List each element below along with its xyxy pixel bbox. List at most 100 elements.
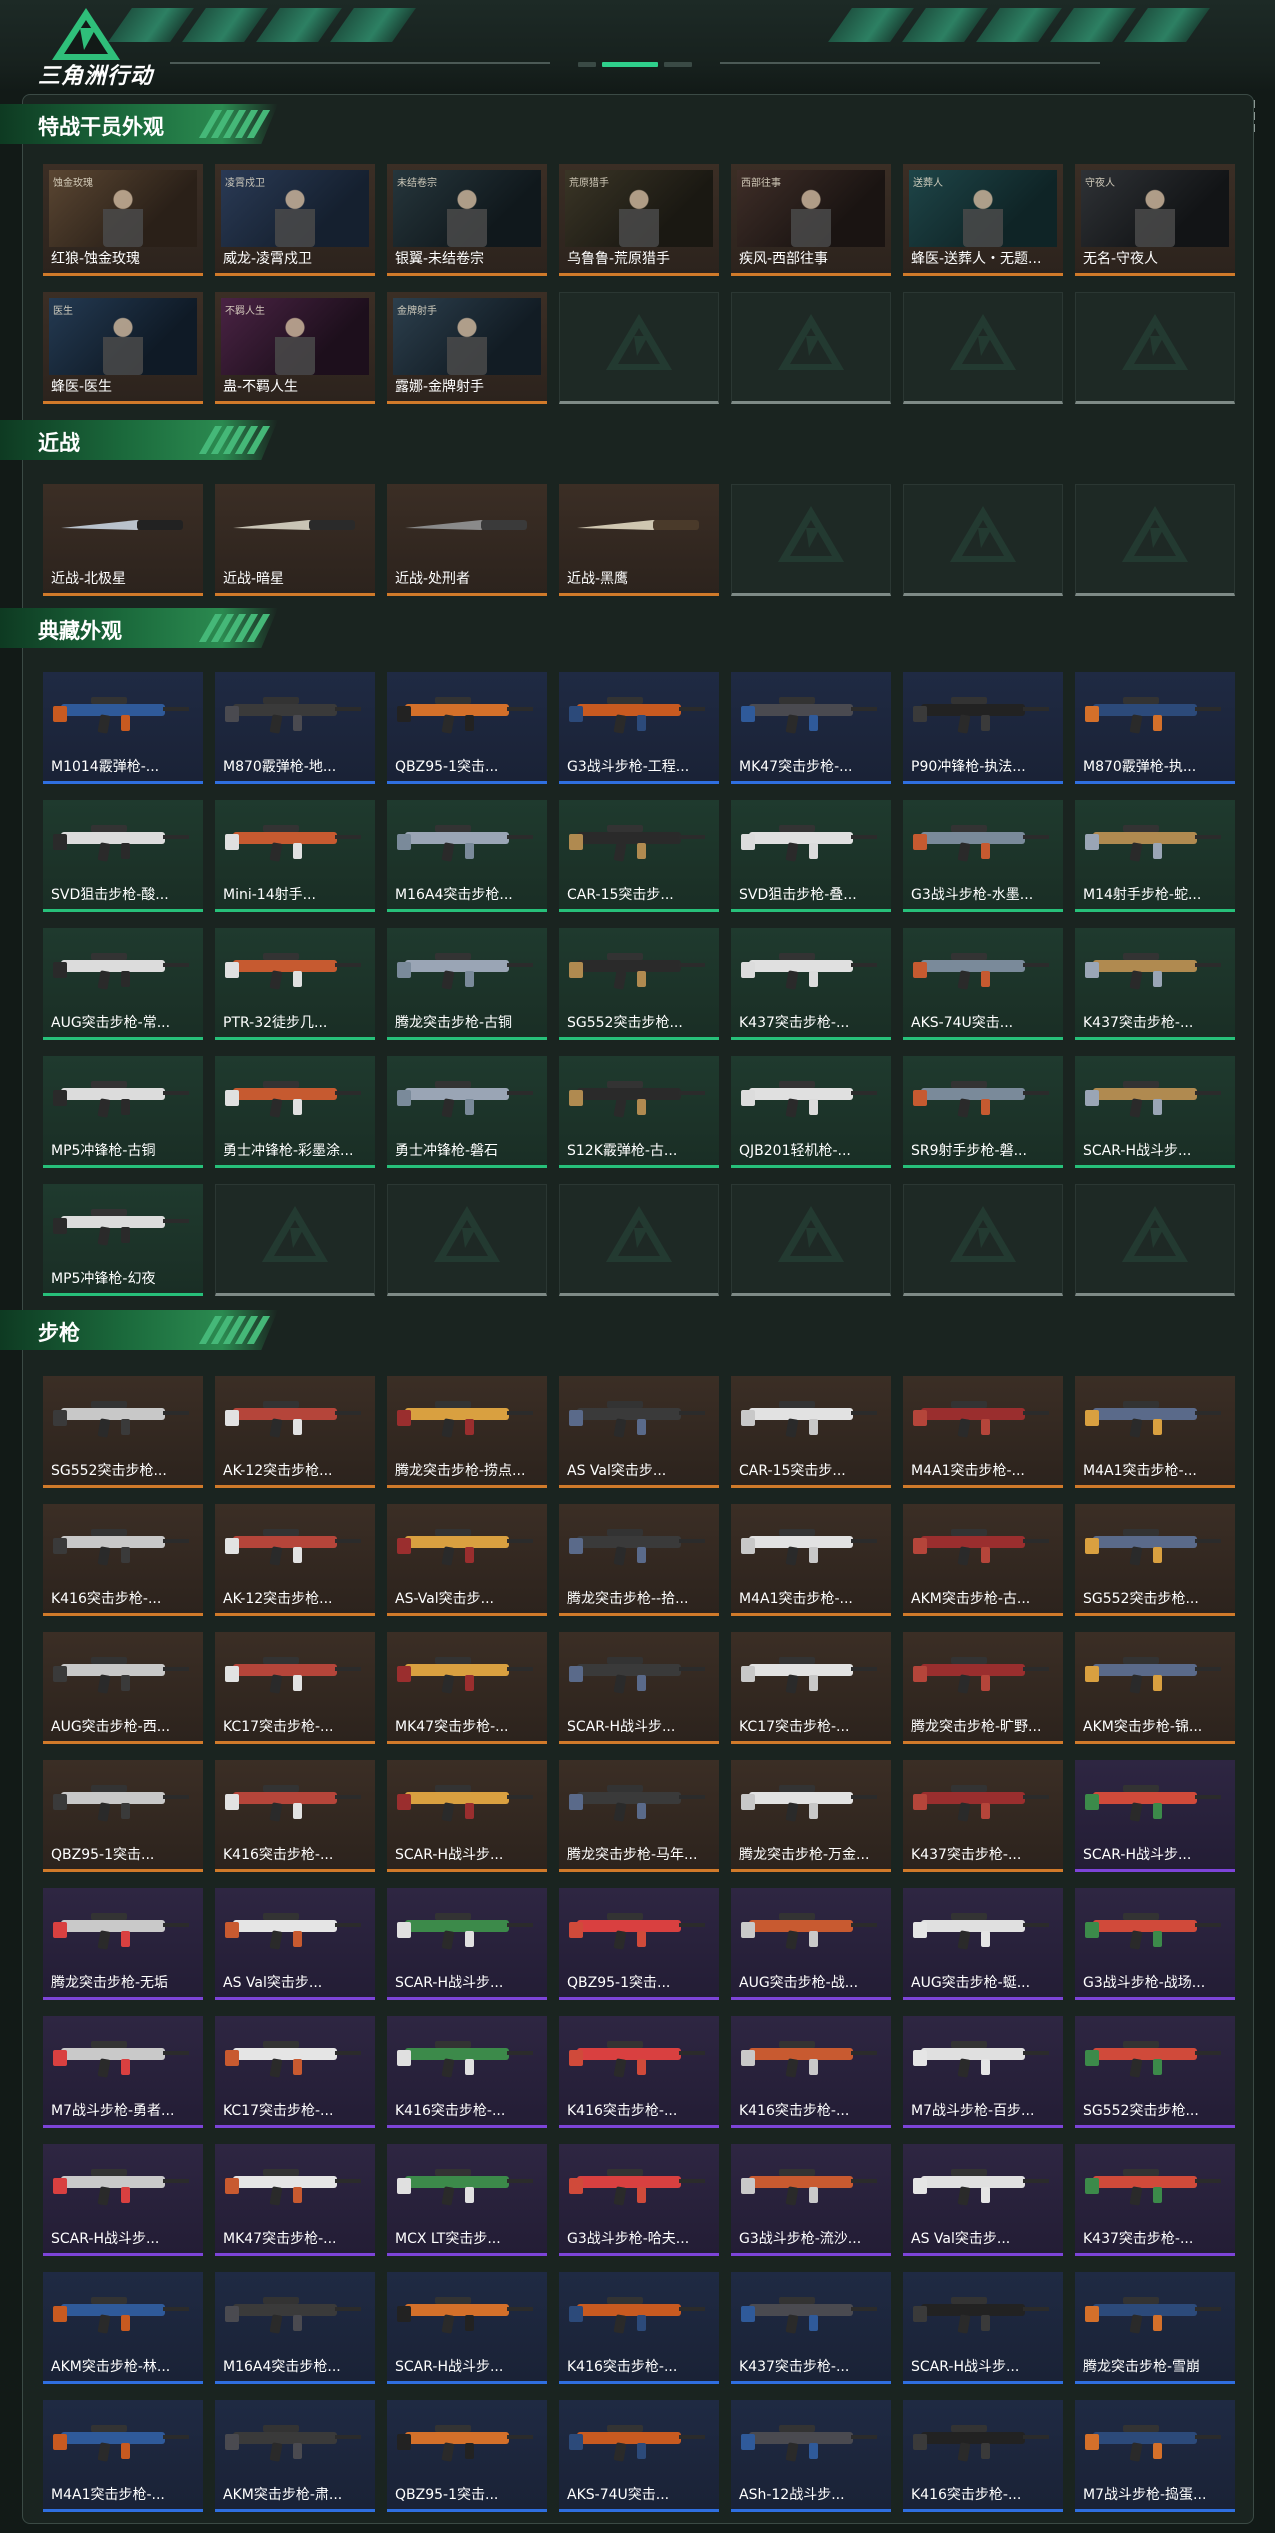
weapon-skin-card[interactable]: M870霰弹枪-执... bbox=[1075, 672, 1235, 784]
weapon-skin-card[interactable]: M870霰弹枪-地... bbox=[215, 672, 375, 784]
weapon-skin-card[interactable]: QBZ95-1突击... bbox=[559, 1888, 719, 2000]
weapon-skin-card[interactable]: M4A1突击步枪-... bbox=[903, 1376, 1063, 1488]
operator-skin-card[interactable]: 凌霄戍卫 威龙-凌霄戍卫 bbox=[215, 164, 375, 276]
weapon-skin-card[interactable]: AKM突击步枪-林... bbox=[43, 2272, 203, 2384]
operator-skin-card[interactable]: 守夜人 无名-守夜人 bbox=[1075, 164, 1235, 276]
weapon-skin-card[interactable]: AS-Val突击步... bbox=[387, 1504, 547, 1616]
weapon-skin-card[interactable]: K416突击步枪-... bbox=[215, 1760, 375, 1872]
operator-skin-card[interactable]: 不羁人生 蛊-不羁人生 bbox=[215, 292, 375, 404]
weapon-skin-card[interactable]: SVD狙击步枪-酸... bbox=[43, 800, 203, 912]
weapon-skin-card[interactable]: M4A1突击步枪-... bbox=[1075, 1376, 1235, 1488]
weapon-skin-card[interactable]: AUG突击步枪-常... bbox=[43, 928, 203, 1040]
weapon-skin-card[interactable]: K416突击步枪-... bbox=[559, 2272, 719, 2384]
weapon-skin-card[interactable]: SR9射手步枪-磐... bbox=[903, 1056, 1063, 1168]
weapon-skin-card[interactable]: M7战斗步枪-勇者... bbox=[43, 2016, 203, 2128]
weapon-skin-card[interactable]: M4A1突击步枪-... bbox=[43, 2400, 203, 2512]
weapon-skin-card[interactable]: M16A4突击步枪... bbox=[387, 800, 547, 912]
weapon-skin-card[interactable]: SG552突击步枪... bbox=[1075, 2016, 1235, 2128]
weapon-skin-card[interactable]: K437突击步枪-... bbox=[903, 1760, 1063, 1872]
weapon-skin-card[interactable]: AUG突击步枪-蜓... bbox=[903, 1888, 1063, 2000]
weapon-skin-card[interactable]: K437突击步枪-... bbox=[731, 928, 891, 1040]
operator-skin-card[interactable]: 金牌射手 露娜-金牌射手 bbox=[387, 292, 547, 404]
weapon-skin-card[interactable]: M7战斗步枪-捣蛋... bbox=[1075, 2400, 1235, 2512]
weapon-skin-card[interactable]: 腾龙突击步枪-万金... bbox=[731, 1760, 891, 1872]
weapon-skin-card[interactable]: 腾龙突击步枪--拾... bbox=[559, 1504, 719, 1616]
weapon-skin-card[interactable]: G3战斗步枪-战场... bbox=[1075, 1888, 1235, 2000]
weapon-skin-card[interactable]: AKS-74U突击... bbox=[903, 928, 1063, 1040]
weapon-skin-card[interactable]: 腾龙突击步枪-雪崩 bbox=[1075, 2272, 1235, 2384]
weapon-skin-card[interactable]: SCAR-H战斗步... bbox=[387, 1760, 547, 1872]
weapon-skin-card[interactable]: SCAR-H战斗步... bbox=[387, 1888, 547, 2000]
weapon-skin-card[interactable]: M1014霰弹枪-... bbox=[43, 672, 203, 784]
weapon-skin-card[interactable]: K437突击步枪-... bbox=[1075, 2144, 1235, 2256]
weapon-skin-card[interactable]: AK-12突击步枪... bbox=[215, 1504, 375, 1616]
weapon-skin-card[interactable]: K416突击步枪-... bbox=[387, 2016, 547, 2128]
weapon-skin-card[interactable]: M7战斗步枪-百步... bbox=[903, 2016, 1063, 2128]
weapon-skin-card[interactable]: SG552突击步枪... bbox=[1075, 1504, 1235, 1616]
weapon-skin-card[interactable]: AUG突击步枪-西... bbox=[43, 1632, 203, 1744]
weapon-skin-card[interactable]: MK47突击步枪-... bbox=[387, 1632, 547, 1744]
weapon-skin-card[interactable]: M4A1突击步枪-... bbox=[731, 1504, 891, 1616]
weapon-skin-card[interactable]: KC17突击步枪-... bbox=[215, 2016, 375, 2128]
weapon-skin-card[interactable]: KC17突击步枪-... bbox=[215, 1632, 375, 1744]
weapon-skin-card[interactable]: SCAR-H战斗步... bbox=[1075, 1760, 1235, 1872]
weapon-skin-card[interactable]: MK47突击步枪-... bbox=[215, 2144, 375, 2256]
weapon-skin-card[interactable]: SVD狙击步枪-叠... bbox=[731, 800, 891, 912]
weapon-skin-card[interactable]: P90冲锋枪-执法... bbox=[903, 672, 1063, 784]
weapon-skin-card[interactable]: SCAR-H战斗步... bbox=[1075, 1056, 1235, 1168]
weapon-skin-card[interactable]: CAR-15突击步... bbox=[731, 1376, 891, 1488]
weapon-skin-card[interactable]: 腾龙突击步枪-捞点... bbox=[387, 1376, 547, 1488]
weapon-skin-card[interactable]: KC17突击步枪-... bbox=[731, 1632, 891, 1744]
weapon-skin-card[interactable]: PTR-32徒步几... bbox=[215, 928, 375, 1040]
melee-skin-card[interactable]: 近战-处刑者 bbox=[387, 484, 547, 596]
weapon-skin-card[interactable]: G3战斗步枪-水墨... bbox=[903, 800, 1063, 912]
weapon-skin-card[interactable]: G3战斗步枪-工程... bbox=[559, 672, 719, 784]
melee-skin-card[interactable]: 近战-黑鹰 bbox=[559, 484, 719, 596]
weapon-skin-card[interactable]: AK-12突击步枪... bbox=[215, 1376, 375, 1488]
weapon-skin-card[interactable]: M16A4突击步枪... bbox=[215, 2272, 375, 2384]
weapon-skin-card[interactable]: K416突击步枪-... bbox=[903, 2400, 1063, 2512]
weapon-skin-card[interactable]: MK47突击步枪-... bbox=[731, 672, 891, 784]
melee-skin-card[interactable]: 近战-北极星 bbox=[43, 484, 203, 596]
weapon-skin-card[interactable]: CAR-15突击步... bbox=[559, 800, 719, 912]
weapon-skin-card[interactable]: AKS-74U突击... bbox=[559, 2400, 719, 2512]
weapon-skin-card[interactable]: SCAR-H战斗步... bbox=[559, 1632, 719, 1744]
weapon-skin-card[interactable]: K437突击步枪-... bbox=[731, 2272, 891, 2384]
weapon-skin-card[interactable]: SCAR-H战斗步... bbox=[903, 2272, 1063, 2384]
weapon-skin-card[interactable]: 勇士冲锋枪-磐石 bbox=[387, 1056, 547, 1168]
weapon-skin-card[interactable]: AKM突击步枪-古... bbox=[903, 1504, 1063, 1616]
weapon-skin-card[interactable]: MP5冲锋枪-幻夜 bbox=[43, 1184, 203, 1296]
weapon-skin-card[interactable]: ASh-12战斗步... bbox=[731, 2400, 891, 2512]
weapon-skin-card[interactable]: 腾龙突击步枪-无垢 bbox=[43, 1888, 203, 2000]
weapon-skin-card[interactable]: SCAR-H战斗步... bbox=[43, 2144, 203, 2256]
weapon-skin-card[interactable]: QBZ95-1突击... bbox=[43, 1760, 203, 1872]
weapon-skin-card[interactable]: S12K霰弹枪-古... bbox=[559, 1056, 719, 1168]
weapon-skin-card[interactable]: AUG突击步枪-战... bbox=[731, 1888, 891, 2000]
weapon-skin-card[interactable]: M14射手步枪-蛇... bbox=[1075, 800, 1235, 912]
weapon-skin-card[interactable]: SG552突击步枪... bbox=[43, 1376, 203, 1488]
weapon-skin-card[interactable]: Mini-14射手... bbox=[215, 800, 375, 912]
weapon-skin-card[interactable]: MCX LT突击步... bbox=[387, 2144, 547, 2256]
weapon-skin-card[interactable]: K437突击步枪-... bbox=[1075, 928, 1235, 1040]
weapon-skin-card[interactable]: G3战斗步枪-哈夫... bbox=[559, 2144, 719, 2256]
weapon-skin-card[interactable]: K416突击步枪-... bbox=[559, 2016, 719, 2128]
operator-skin-card[interactable]: 荒原猎手 乌鲁鲁-荒原猎手 bbox=[559, 164, 719, 276]
weapon-skin-card[interactable]: QJB201轻机枪-... bbox=[731, 1056, 891, 1168]
operator-skin-card[interactable]: 蚀金玫瑰 红狼-蚀金玫瑰 bbox=[43, 164, 203, 276]
weapon-skin-card[interactable]: AKM突击步枪-肃... bbox=[215, 2400, 375, 2512]
weapon-skin-card[interactable]: K416突击步枪-... bbox=[731, 2016, 891, 2128]
operator-skin-card[interactable]: 未结卷宗 银翼-未结卷宗 bbox=[387, 164, 547, 276]
weapon-skin-card[interactable]: AS Val突击步... bbox=[215, 1888, 375, 2000]
weapon-skin-card[interactable]: QBZ95-1突击... bbox=[387, 2400, 547, 2512]
melee-skin-card[interactable]: 近战-暗星 bbox=[215, 484, 375, 596]
weapon-skin-card[interactable]: SG552突击步枪... bbox=[559, 928, 719, 1040]
weapon-skin-card[interactable]: 腾龙突击步枪-马年... bbox=[559, 1760, 719, 1872]
weapon-skin-card[interactable]: 腾龙突击步枪-旷野... bbox=[903, 1632, 1063, 1744]
weapon-skin-card[interactable]: QBZ95-1突击... bbox=[387, 672, 547, 784]
operator-skin-card[interactable]: 送葬人 蜂医-送葬人・无题... bbox=[903, 164, 1063, 276]
operator-skin-card[interactable]: 西部往事 疾风-西部往事 bbox=[731, 164, 891, 276]
weapon-skin-card[interactable]: AS Val突击步... bbox=[559, 1376, 719, 1488]
weapon-skin-card[interactable]: AS Val突击步... bbox=[903, 2144, 1063, 2256]
weapon-skin-card[interactable]: 腾龙突击步枪-古铜 bbox=[387, 928, 547, 1040]
weapon-skin-card[interactable]: 勇士冲锋枪-彩墨涂... bbox=[215, 1056, 375, 1168]
